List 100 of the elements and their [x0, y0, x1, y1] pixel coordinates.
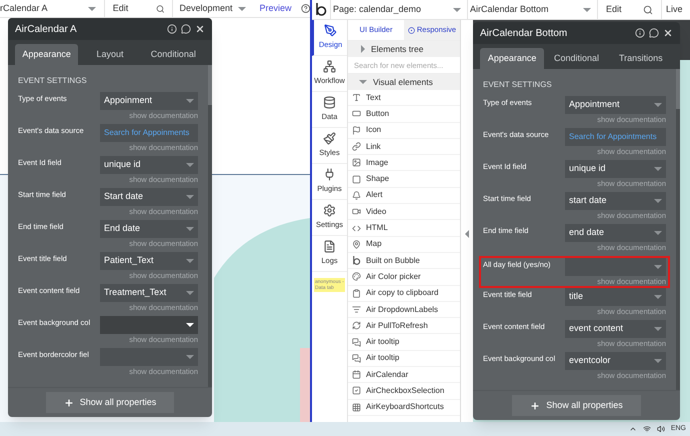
search-icon[interactable]	[156, 4, 164, 14]
element-list-item[interactable]: Image	[348, 155, 460, 172]
wifi-icon[interactable]	[642, 425, 651, 433]
comment-icon[interactable]	[649, 28, 659, 38]
tooltip-icon	[352, 338, 361, 347]
close-icon[interactable]	[663, 28, 673, 38]
panel-tab[interactable]: Transitions	[608, 48, 673, 69]
dropdown-field[interactable]: Start date	[100, 188, 198, 206]
dropdown-field[interactable]: Patient_Text	[100, 252, 198, 270]
element-list-item[interactable]: Air PullToRefresh	[348, 318, 460, 334]
dropdown-field[interactable]	[565, 258, 666, 276]
element-list-item[interactable]: Map	[348, 236, 460, 253]
tree-header[interactable]: Elements tree	[348, 41, 460, 57]
filter-icon	[352, 305, 361, 314]
panel-tab[interactable]: Conditional	[544, 48, 609, 69]
element-list-item[interactable]: Button	[348, 106, 460, 123]
preview-link[interactable]: Preview	[260, 2, 292, 16]
caret-icon	[465, 230, 469, 238]
dropdown-field[interactable]: unique id	[100, 156, 198, 174]
map-pin-icon	[352, 240, 361, 249]
dropdown-field[interactable]: unique id	[565, 160, 666, 178]
network-icon	[323, 60, 336, 74]
panel-tab[interactable]: Layout	[78, 44, 142, 65]
caret-icon	[453, 8, 461, 12]
info-icon[interactable]	[167, 24, 177, 34]
chevron-up-icon[interactable]	[628, 425, 637, 433]
panel-tab[interactable]: Conditional	[142, 44, 205, 65]
caret-icon	[186, 259, 194, 263]
bubble-logo-icon[interactable]	[315, 3, 327, 16]
checkbox-icon	[352, 386, 361, 396]
close-icon[interactable]	[195, 24, 205, 34]
bubble-logo-icon	[352, 256, 361, 266]
help-icon[interactable]	[300, 3, 310, 14]
element-list-item[interactable]: AirCalendar	[348, 367, 460, 384]
speaker-icon[interactable]	[656, 425, 665, 433]
video-icon	[352, 207, 361, 216]
edit-menu[interactable]: Edit	[112, 2, 156, 16]
section-heading: EVENT SETTINGS	[18, 75, 88, 87]
panel-tab[interactable]: Appearance	[15, 44, 78, 65]
dropdown-field[interactable]	[100, 316, 198, 334]
live-link[interactable]: Live	[661, 0, 683, 19]
element-list-item[interactable]: Link	[348, 138, 460, 156]
caret-icon	[186, 355, 194, 359]
show-all-properties-button[interactable]: Show all properties	[512, 395, 641, 416]
comment-icon[interactable]	[181, 24, 191, 34]
responsive-icon	[408, 26, 415, 34]
dropdown-field[interactable]: start date	[565, 192, 666, 210]
dropdown-field[interactable]: Treatment_Text	[100, 284, 198, 302]
element-list-item[interactable]: Air Color picker	[348, 269, 460, 286]
element-list-item[interactable]: Shape	[348, 171, 460, 188]
dropdown-field[interactable]: Appoinment	[100, 92, 198, 110]
caret-icon	[654, 103, 662, 107]
text-icon	[352, 93, 361, 102]
element-list-item[interactable]: Text	[348, 90, 460, 106]
element-list-item[interactable]: HTML	[348, 220, 460, 237]
caret-icon	[654, 295, 662, 299]
mode-dropdown[interactable]: Development	[172, 0, 246, 17]
element-list-item[interactable]: Air tooltip	[348, 334, 460, 351]
page-dropdown[interactable]: Page: calendar_demo	[330, 0, 468, 19]
document-icon	[323, 240, 336, 254]
element-list-item[interactable]: Air tooltip	[348, 350, 460, 368]
caret-icon	[654, 265, 662, 269]
info-icon[interactable]	[635, 28, 645, 38]
show-all-properties-button[interactable]: Show all properties	[46, 392, 174, 413]
caret-icon	[654, 327, 662, 331]
dropdown-field[interactable]	[100, 348, 198, 366]
edit-menu[interactable]: Edit	[606, 2, 643, 16]
element-list-item[interactable]: Air DropdownLabels	[348, 302, 460, 318]
panel-tab[interactable]: Appearance	[480, 48, 544, 69]
dropdown-field[interactable]: event content	[565, 320, 666, 338]
caret-icon	[583, 8, 591, 12]
flag-icon	[352, 126, 361, 135]
panel-title: AirCalendar A	[15, 22, 77, 36]
element-list-item[interactable]: Icon	[348, 122, 460, 139]
refresh-icon	[352, 321, 361, 330]
element-list-item[interactable]: Built on Bubble	[348, 252, 460, 270]
element-dropdown[interactable]: rCalendar A	[0, 0, 105, 17]
dropdown-field[interactable]: eventcolor	[565, 352, 666, 370]
element-list-item[interactable]: AirKeyboardShortcuts	[348, 400, 460, 416]
plus-icon	[530, 400, 540, 410]
search-icon[interactable]	[643, 4, 653, 14]
caret-icon	[186, 291, 194, 295]
dropdown-field[interactable]: End date	[100, 220, 198, 238]
section-heading: EVENT SETTINGS	[483, 79, 553, 91]
element-list-item[interactable]: AirCheckboxSelection	[348, 383, 460, 400]
group-header[interactable]: Visual elements	[348, 74, 460, 90]
element-list-item[interactable]: Video	[348, 204, 460, 220]
dropdown-field[interactable]: title	[565, 288, 666, 306]
element-list-item[interactable]: Air copy to clipboard	[348, 286, 460, 302]
dropdown-field[interactable]: end date	[565, 224, 666, 242]
element-dropdown[interactable]: AirCalendar Bottom	[468, 0, 598, 19]
dropdown-field[interactable]: Appointment	[565, 96, 666, 114]
caret-icon	[186, 227, 194, 231]
element-list-item[interactable]: Alert	[348, 188, 460, 204]
image-icon	[352, 158, 361, 168]
caret-icon	[654, 167, 662, 171]
shape-icon	[352, 174, 361, 184]
panel-title: AirCalendar Bottom	[480, 26, 568, 40]
grid-icon	[352, 402, 361, 412]
clipboard-icon	[352, 288, 361, 298]
